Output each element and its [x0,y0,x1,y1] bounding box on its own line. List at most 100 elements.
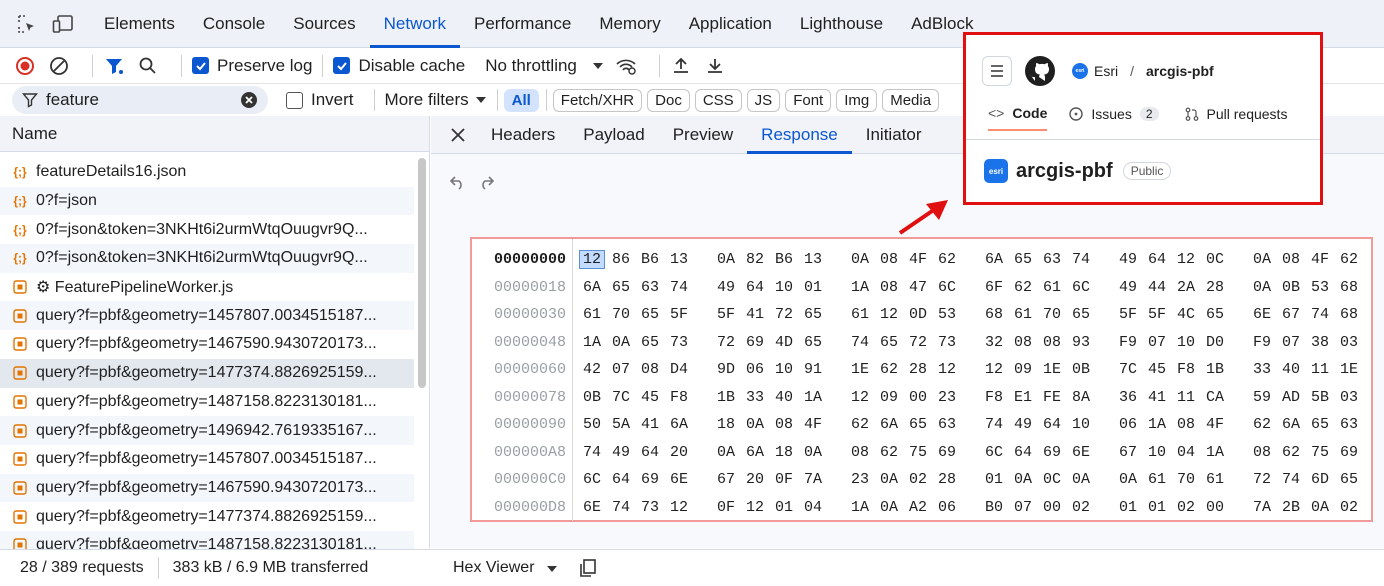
hex-byte[interactable]: F8 [982,389,1006,406]
hex-byte[interactable]: 64 [743,279,767,296]
hex-byte[interactable]: 0A [1250,279,1274,296]
hex-byte[interactable]: 72 [1250,471,1274,488]
hex-byte[interactable]: 49 [1116,279,1140,296]
hex-byte[interactable]: 2B [1279,499,1303,516]
hex-byte[interactable]: 0C [1040,471,1064,488]
hex-byte[interactable]: 5A [609,416,633,433]
tab-elements[interactable]: Elements [90,0,189,48]
hex-byte[interactable]: 4F [1203,416,1227,433]
hamburger-menu-icon[interactable] [982,56,1012,86]
hex-byte[interactable]: 1A [801,389,825,406]
hex-byte[interactable]: 36 [1116,389,1140,406]
hex-byte[interactable]: 75 [906,444,930,461]
hex-byte[interactable]: 13 [667,251,691,268]
hex-byte[interactable]: 11 [1308,361,1332,378]
hex-byte[interactable]: 69 [1337,444,1361,461]
hex-byte[interactable]: 0B [1279,279,1303,296]
hex-byte[interactable]: 0A [714,251,738,268]
clear-icon[interactable] [48,55,70,77]
hex-byte[interactable]: 65 [1069,306,1093,323]
hex-byte[interactable]: E1 [1011,389,1035,406]
hex-byte[interactable]: 00 [906,389,930,406]
hex-byte[interactable]: B0 [982,499,1006,516]
hex-byte[interactable]: 49 [1011,416,1035,433]
hex-byte[interactable]: 01 [1116,499,1140,516]
hex-byte[interactable]: 23 [935,389,959,406]
invert-checkbox[interactable] [286,91,303,109]
hex-byte[interactable]: 02 [1069,499,1093,516]
filter-chip-doc[interactable]: Doc [647,88,690,112]
hex-byte[interactable]: 59 [1250,389,1274,406]
request-row[interactable]: query?f=pbf&geometry=1487158.8223130181.… [0,388,414,417]
hex-byte[interactable]: 73 [935,334,959,351]
hex-byte[interactable]: 1B [1203,361,1227,378]
hex-byte[interactable]: 0D [906,306,930,323]
hex-byte[interactable]: 93 [1069,334,1093,351]
hex-byte[interactable]: 10 [772,279,796,296]
hex-byte[interactable]: 08 [877,279,901,296]
hex-byte[interactable]: 6E [1250,306,1274,323]
upload-icon[interactable] [670,55,692,77]
hex-byte[interactable]: 00 [1203,499,1227,516]
hex-byte[interactable]: FE [1040,389,1064,406]
hex-byte[interactable]: 6C [1069,279,1093,296]
hex-byte[interactable]: 53 [1308,279,1332,296]
hex-byte[interactable]: 65 [1011,251,1035,268]
hex-byte[interactable]: 63 [638,279,662,296]
hex-byte[interactable]: 4C [1174,306,1198,323]
hex-byte[interactable]: 09 [1011,361,1035,378]
hex-byte[interactable]: 07 [609,361,633,378]
filter-chip-img[interactable]: Img [836,88,878,112]
hex-byte[interactable]: 49 [1116,251,1140,268]
hex-byte[interactable]: 01 [1145,499,1169,516]
hex-byte[interactable]: 74 [667,279,691,296]
hex-byte[interactable]: 62 [877,361,901,378]
hex-byte[interactable]: A2 [906,499,930,516]
hex-viewer-select[interactable]: Hex Viewer [453,559,535,577]
hex-byte[interactable]: 23 [848,471,872,488]
chevron-down-icon[interactable] [546,564,558,574]
hex-byte[interactable]: F9 [1250,334,1274,351]
hex-byte[interactable]: 0A [1308,499,1332,516]
pull-requests-tab[interactable]: Pull requests [1185,106,1287,130]
hex-byte[interactable]: 68 [982,306,1006,323]
tab-initiator[interactable]: Initiator [852,116,936,154]
hex-byte[interactable]: 1A [848,279,872,296]
hex-byte[interactable]: 61 [1011,306,1035,323]
request-row[interactable]: ⚙ FeaturePipelineWorker.js [0,273,414,302]
hex-byte[interactable]: 45 [638,389,662,406]
hex-byte[interactable]: 64 [1145,251,1169,268]
hex-byte[interactable]: 61 [580,306,604,323]
hex-byte[interactable]: 07 [1279,334,1303,351]
tab-sources[interactable]: Sources [279,0,369,48]
hex-byte[interactable]: 12 [579,250,605,269]
hex-byte[interactable]: 0A [1069,471,1093,488]
hex-viewer[interactable]: 00000000 12 86 B6 13 0A 82 B6 13 0A 08 4F 62 6A 65 63 74… [470,237,1373,522]
tab-headers[interactable]: Headers [477,116,569,154]
hex-byte[interactable]: 08 [638,361,662,378]
hex-byte[interactable]: 63 [1040,251,1064,268]
hex-byte[interactable]: 74 [1279,471,1303,488]
hex-byte[interactable]: 6A [667,416,691,433]
throttling-select[interactable]: No throttling [485,56,577,76]
hex-byte[interactable]: 07 [1011,499,1035,516]
hex-byte[interactable]: 0A [848,251,872,268]
more-filters-button[interactable]: More filters [385,90,469,110]
hex-byte[interactable]: 7C [1116,361,1140,378]
hex-byte[interactable]: 33 [1250,361,1274,378]
filter-chip-all[interactable]: All [503,88,539,112]
hex-byte[interactable]: 50 [580,416,604,433]
hex-byte[interactable]: F8 [667,389,691,406]
hex-byte[interactable]: 12 [743,499,767,516]
hex-byte[interactable]: F9 [1116,334,1140,351]
hex-byte[interactable]: 67 [714,471,738,488]
hex-byte[interactable]: 91 [801,361,825,378]
hex-byte[interactable]: 0A [1116,471,1140,488]
request-row[interactable]: {;} 0?f=json&token=3NKHt6i2urmWtqOuugvr9Q… [0,244,414,273]
hex-byte[interactable]: 7C [609,389,633,406]
hex-byte[interactable]: AD [1279,389,1303,406]
hex-byte[interactable]: 62 [1279,444,1303,461]
hex-byte[interactable]: 2A [1174,279,1198,296]
hex-byte[interactable]: 64 [1040,416,1064,433]
request-row[interactable]: query?f=pbf&geometry=1496942.7619335167.… [0,416,414,445]
